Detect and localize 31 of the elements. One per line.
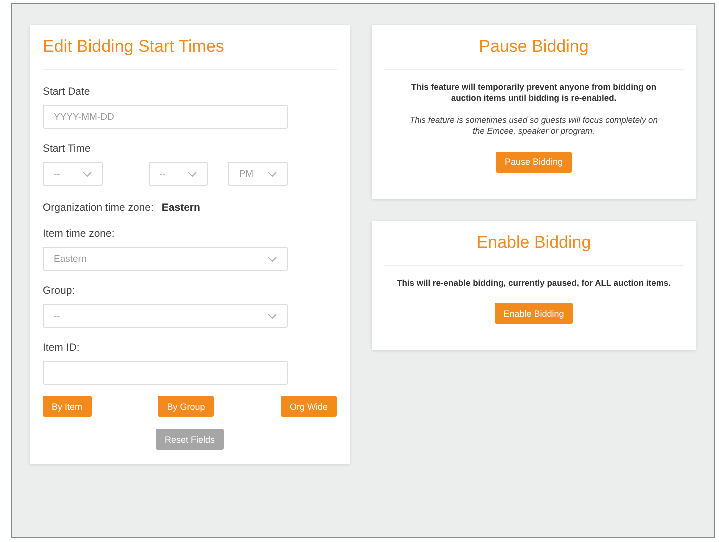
description-text: This will re-enable bidding, currently paused, for ALL auction items. [397, 278, 671, 290]
chevron-down-icon [268, 314, 277, 318]
chevron-down-icon [268, 172, 278, 176]
panel-title: Edit Bidding Start Times [43, 37, 226, 57]
chevron-down-icon [82, 172, 92, 176]
dropdown[interactable]: -- [43, 162, 103, 186]
chevron-down-icon [188, 172, 198, 176]
chevron-down-icon [268, 256, 277, 262]
input-field[interactable] [43, 361, 288, 385]
field-label: Group: [43, 285, 76, 297]
action-button[interactable]: By Group [158, 396, 214, 417]
field-label: Item ID: [43, 342, 80, 354]
note-text: This feature is sometimes used so guests will focus completely on the Emcee, speaker or program. [409, 114, 659, 138]
field-label: Organization time zone: [43, 202, 154, 214]
dropdown[interactable]: Eastern [43, 247, 288, 271]
input-field[interactable]: YYYY-MM-DD [43, 105, 288, 129]
description-text: This feature will temporarily prevent anyone from bidding on auction items until bidding is re-enabled. [410, 82, 658, 105]
field-label: Item time zone: [43, 228, 115, 240]
field-label: Start Time [43, 143, 91, 155]
placeholder: YYYY-MM-DD [54, 112, 114, 122]
dropdown[interactable]: -- [148, 162, 208, 186]
time-zone-value: Eastern [162, 202, 200, 214]
action-button[interactable]: By Item [43, 396, 92, 417]
action-button[interactable]: Pause Bidding [496, 152, 572, 173]
panel-title: Pause Bidding [479, 37, 589, 57]
dropdown[interactable]: -- [43, 304, 288, 328]
action-button[interactable]: Enable Bidding [494, 303, 574, 324]
panel-title: Enable Bidding [476, 232, 592, 253]
field-label: Start Date [43, 86, 90, 98]
dropdown[interactable]: PM [228, 162, 288, 186]
action-button[interactable]: Org Wide [280, 396, 337, 417]
